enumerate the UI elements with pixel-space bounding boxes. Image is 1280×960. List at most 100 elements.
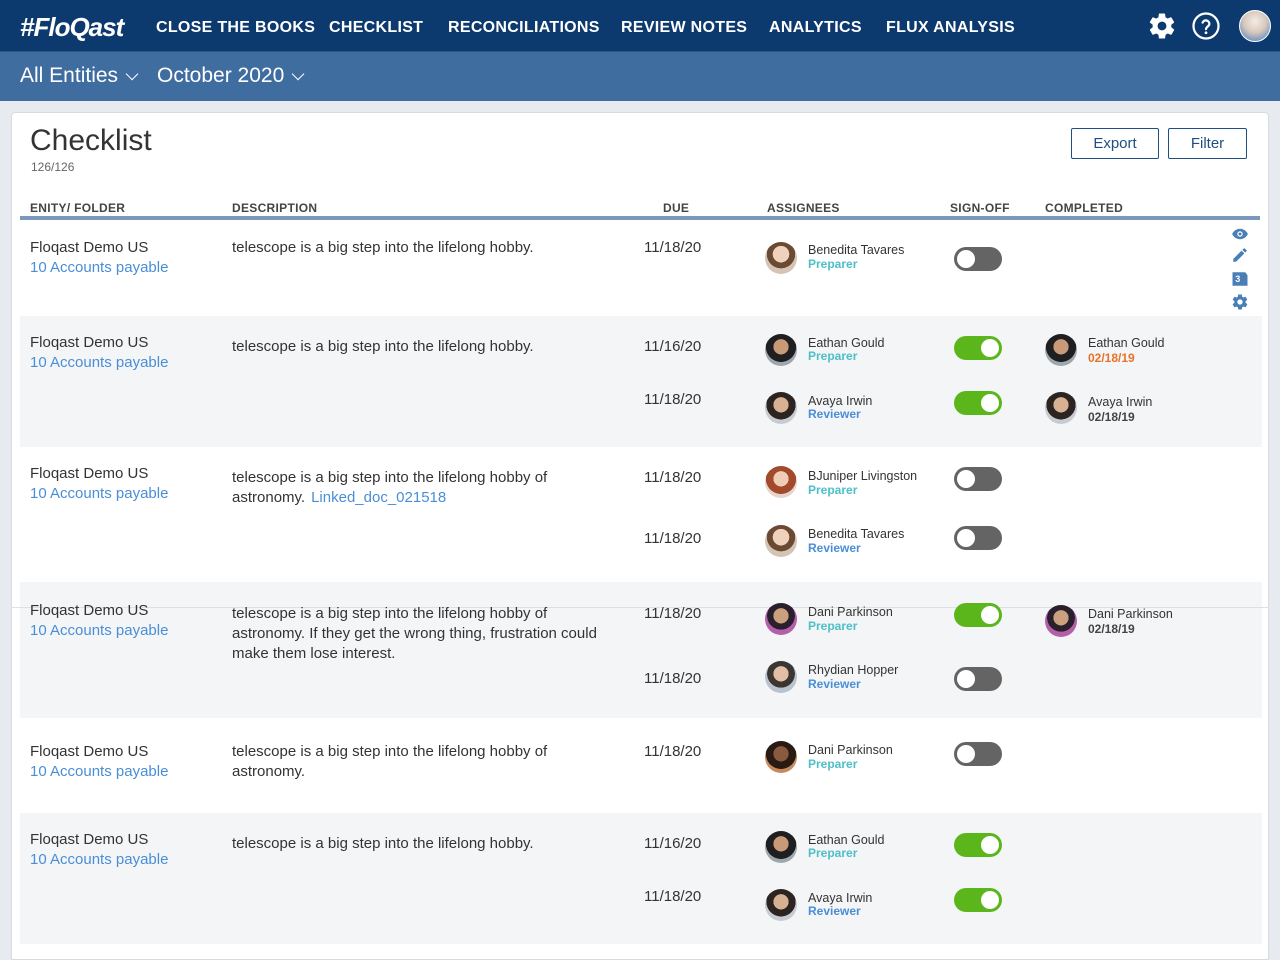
assignee-name: Avaya Irwin [808, 891, 873, 905]
task-description: telescope is a big step into the lifelon… [232, 338, 534, 355]
column-header-due[interactable]: DUE [663, 201, 689, 215]
due-date: 11/18/20 [644, 888, 702, 905]
table-row[interactable] [20, 316, 1262, 447]
folder-link[interactable]: 10 Accounts payable [30, 259, 168, 276]
filter-button[interactable]: Filter [1168, 128, 1247, 159]
avatar [765, 889, 797, 921]
assignee-name: Benedita Tavares [808, 527, 905, 541]
nav-checklist[interactable]: CHECKLIST [329, 19, 423, 37]
entity-selector[interactable]: All Entities [20, 64, 139, 88]
nav-review-notes[interactable]: REVIEW NOTES [621, 19, 747, 37]
assignee-name: Rhydian Hopper [808, 663, 899, 677]
avatar [1045, 392, 1077, 424]
assignee-name: Eathan Gould [808, 336, 885, 350]
item-count: 126/126 [31, 160, 75, 174]
sign-off-toggle[interactable] [954, 742, 1002, 766]
entity-name: Floqast Demo US [30, 465, 149, 482]
entity-name: Floqast Demo US [30, 239, 149, 256]
avatar [765, 466, 797, 498]
avatar [1045, 605, 1077, 637]
period-selector[interactable]: October 2020 [157, 64, 305, 88]
table-row[interactable] [20, 582, 1262, 718]
completed-by-name: Dani Parkinson [1088, 607, 1173, 621]
sign-off-toggle[interactable] [954, 336, 1002, 360]
assignee-role: Preparer [808, 619, 858, 633]
nav-analytics[interactable]: ANALYTICS [769, 19, 862, 37]
assignee-role: Preparer [808, 846, 858, 860]
folder-link[interactable]: 10 Accounts payable [30, 485, 168, 502]
column-header-sign-off[interactable]: SIGN-OFF [950, 201, 1010, 215]
assignee-role: Reviewer [808, 541, 861, 555]
assignee-role: Preparer [808, 257, 858, 271]
task-description: telescope is a big step into the lifelon… [232, 743, 548, 780]
gear-icon[interactable] [1147, 11, 1177, 41]
entity-name: Floqast Demo US [30, 334, 149, 351]
due-date: 11/16/20 [644, 338, 702, 355]
avatar [765, 661, 797, 693]
sign-off-toggle[interactable] [954, 888, 1002, 912]
task-description: telescope is a big step into the lifelon… [232, 835, 534, 852]
table-row[interactable] [20, 447, 1262, 582]
assignee-name: Dani Parkinson [808, 743, 893, 757]
export-button[interactable]: Export [1071, 128, 1159, 159]
due-date: 11/18/20 [644, 530, 702, 547]
user-avatar[interactable] [1239, 10, 1271, 42]
task-description: telescope is a big step into the lifelon… [232, 605, 597, 662]
assignee-name: Avaya Irwin [808, 394, 873, 408]
pencil-icon[interactable] [1230, 246, 1250, 264]
entity-selector-label: All Entities [20, 64, 119, 87]
due-date: 11/18/20 [644, 391, 702, 408]
assignee-role: Preparer [808, 483, 858, 497]
sign-off-toggle[interactable] [954, 667, 1002, 691]
table-row[interactable] [20, 220, 1262, 316]
folder-link[interactable]: 10 Accounts payable [30, 851, 168, 868]
page-title: Checklist [30, 124, 152, 157]
avatar [765, 741, 797, 773]
task-description: telescope is a big step into the lifelon… [232, 468, 602, 508]
assignee-role: Reviewer [808, 677, 861, 691]
avatar [1045, 334, 1077, 366]
completed-date: 02/18/19 [1088, 622, 1135, 636]
avatar [765, 603, 797, 635]
floqast-logo[interactable]: #FloQast [20, 12, 124, 43]
nav-flux-analysis[interactable]: FLUX ANALYSIS [886, 19, 1015, 37]
entity-name: Floqast Demo US [30, 831, 149, 848]
avatar [765, 525, 797, 557]
folder-link[interactable]: 10 Accounts payable [30, 354, 168, 371]
comment-count-icon[interactable]: 3 [1230, 270, 1250, 288]
sign-off-toggle[interactable] [954, 603, 1002, 627]
avatar [765, 334, 797, 366]
folder-link[interactable]: 10 Accounts payable [30, 763, 168, 780]
assignee-name: Dani Parkinson [808, 605, 893, 619]
assignee-name: Benedita Tavares [808, 243, 905, 257]
folder-link[interactable]: 10 Accounts payable [30, 622, 168, 639]
assignee-role: Reviewer [808, 407, 861, 421]
due-date: 11/16/20 [644, 835, 702, 852]
assignee-role: Reviewer [808, 904, 861, 918]
table-row[interactable] [20, 813, 1262, 944]
sign-off-toggle[interactable] [954, 391, 1002, 415]
sign-off-toggle[interactable] [954, 833, 1002, 857]
divider [11, 607, 1269, 608]
nav-close-the-books[interactable]: CLOSE THE BOOKS [156, 19, 315, 37]
column-header-entity[interactable]: ENITY/ FOLDER [30, 201, 125, 215]
column-header-completed[interactable]: COMPLETED [1045, 201, 1123, 215]
sign-off-toggle[interactable] [954, 526, 1002, 550]
completed-by-name: Eathan Gould [1088, 336, 1165, 350]
avatar [765, 242, 797, 274]
period-selector-label: October 2020 [157, 64, 285, 87]
nav-reconciliations[interactable]: RECONCILIATIONS [448, 19, 600, 37]
sign-off-toggle[interactable] [954, 467, 1002, 491]
column-header-assignees[interactable]: ASSIGNEES [767, 201, 840, 215]
assignee-role: Preparer [808, 349, 858, 363]
due-date: 11/18/20 [644, 239, 702, 256]
column-header-description[interactable]: DESCRIPTION [232, 201, 317, 215]
linked-document[interactable]: Linked_doc_021518 [311, 489, 446, 506]
eye-icon[interactable] [1230, 225, 1250, 243]
assignee-name: Eathan Gould [808, 833, 885, 847]
help-icon[interactable] [1191, 11, 1221, 41]
gear-icon[interactable] [1230, 293, 1250, 311]
table-row[interactable] [20, 718, 1262, 813]
avatar [765, 392, 797, 424]
sign-off-toggle[interactable] [954, 247, 1002, 271]
